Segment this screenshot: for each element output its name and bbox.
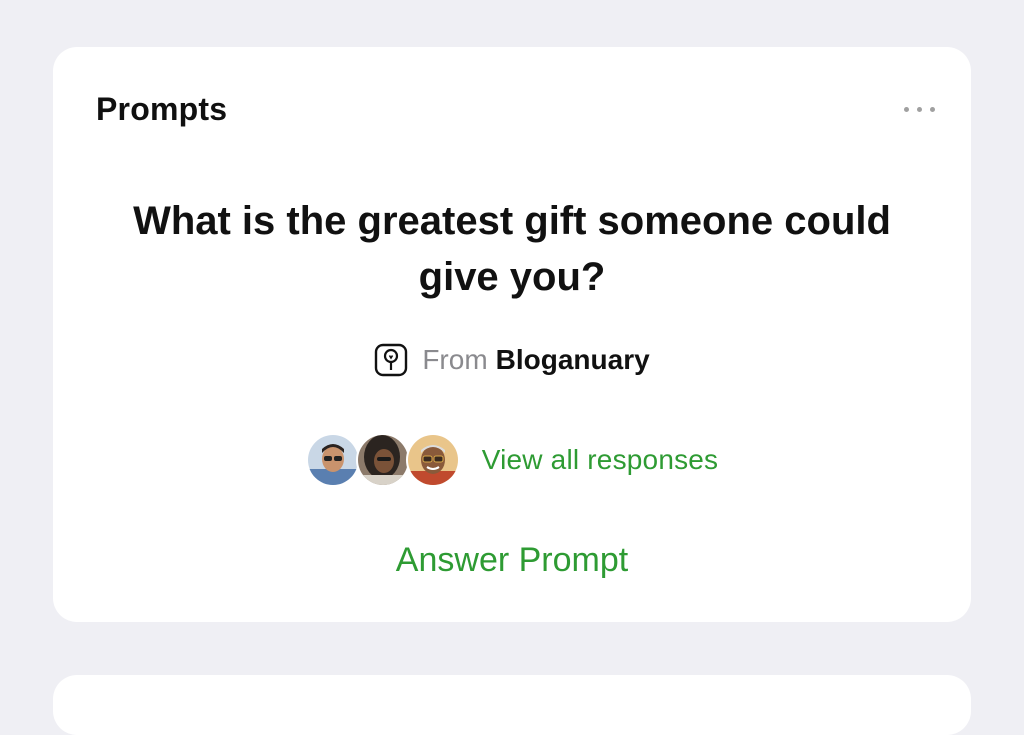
responses-row: View all responses (53, 433, 971, 487)
avatar (305, 433, 360, 487)
prompt-source: From Bloganuary (53, 343, 971, 377)
more-horizontal-icon (904, 106, 909, 112)
view-all-responses-link[interactable]: View all responses (482, 444, 719, 476)
more-horizontal-icon-dot (930, 106, 935, 112)
prompt-question: What is the greatest gift someone could … (133, 199, 891, 299)
more-options-button[interactable] (875, 99, 935, 119)
responder-avatars[interactable] (305, 433, 460, 487)
avatar (405, 433, 460, 487)
prompts-card: Prompts What is the greatest gift someon… (53, 47, 971, 622)
card-title: Prompts (96, 91, 228, 127)
source-prefix: From (422, 344, 488, 375)
next-card (53, 675, 971, 735)
source-name: Bloganuary (495, 344, 650, 375)
more-horizontal-icon-dot (917, 106, 922, 112)
answer-prompt-button[interactable]: Answer Prompt (53, 541, 971, 580)
avatar (355, 433, 410, 487)
bloganuary-icon (374, 343, 408, 377)
